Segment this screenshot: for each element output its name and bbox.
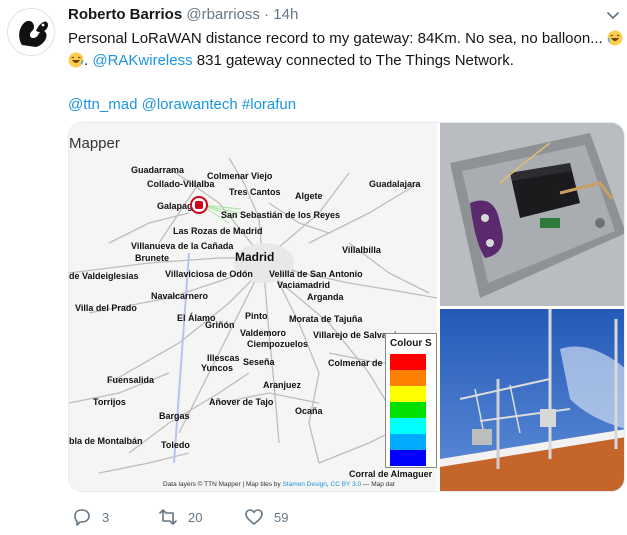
tweet-text-main: Personal LoRaWAN distance record to my g… [68,30,603,47]
reply-button[interactable]: 3 [72,506,109,528]
place-label: Bargas [159,411,190,421]
reply-count: 3 [102,509,110,525]
legend-swatch [390,370,426,386]
place-label: Guadalajara [369,179,421,189]
heart-icon [245,509,263,525]
tweet-actions: 3 20 59 [68,506,624,530]
tweet-text-line-2: . @RAKwireless 831 gateway connected to … [68,50,624,72]
gateway-enclosure-image [440,123,624,306]
legend-swatch [390,450,426,466]
separator-dot: · [264,6,270,23]
gateway-enclosure-photo[interactable] [440,123,624,306]
place-label: Villanueva de la Cañada [131,241,234,251]
tweet-header: Roberto Barrios @rbarrioss · 14h [68,6,298,24]
place-label: Villa del Prado [75,303,137,313]
map-legend: Colour S [385,333,437,468]
place-label: Velilla de San Antonio [269,269,363,279]
place-label: Navalcarnero [151,291,209,301]
place-label: Yuncos [201,363,234,373]
place-label: Villalbilla [342,245,381,255]
place-label: Vaciamadrid [277,280,331,290]
place-label: Algete [295,191,323,201]
attribution-text: Data layers © TTN Mapper | Map tiles by [163,481,283,488]
author-name[interactable]: Roberto Barrios [68,6,182,23]
place-label: Griñón [205,320,235,330]
mention-lorawantech[interactable]: @lorawantech [142,96,238,113]
place-label: Ciempozuelos [247,339,309,349]
place-label: Torrijos [93,397,126,407]
tweet-tags-line: @ttn_mad @lorawantech #lorafun [68,94,624,116]
tweet-text-line-1: Personal LoRaWAN distance record to my g… [68,28,624,50]
hashtag-lorafun[interactable]: #lorafun [242,96,296,113]
tweet-text-rest: 831 gateway connected to The Things Netw… [192,52,514,69]
like-count: 59 [274,509,289,525]
tweet[interactable]: Roberto Barrios @rbarrioss · 14h Persona… [0,0,627,535]
place-label: Arganda [307,292,344,302]
legend-title: Colour S [390,338,432,349]
place-label: Aranjuez [263,380,302,390]
place-label-madrid: Madrid [235,250,275,264]
place-label: Illescas [207,353,240,363]
retweet-button[interactable]: 20 [158,506,202,528]
place-label: Añover de Tajo [209,397,274,407]
place-label: Ocaña [295,406,323,416]
tweet-text: Personal LoRaWAN distance record to my g… [68,28,624,116]
attribution-link-stamen[interactable]: Stamen Design [282,481,326,488]
place-label: bla de Montalbán [69,436,143,446]
legend-swatch [390,434,426,450]
laughing-emoji-icon [68,52,84,68]
place-label: San Sebastián de los Reyes [221,210,341,220]
map-title: Mapper [69,135,120,152]
place-label: Villaviciosa de Odón [165,269,253,279]
place-label: Las Rozas de Madrid [173,226,263,236]
place-label: Valdemoro [240,328,287,338]
attribution-link-cc[interactable]: CC BY 3.0 [331,481,362,488]
place-label: Corral de Almaguer [349,469,433,479]
place-label: Pinto [245,311,268,321]
place-label: Colmenar Viejo [207,171,273,181]
place-label: Fuensalida [107,375,155,385]
like-button[interactable]: 59 [244,506,288,528]
ttn-mapper-image[interactable]: Mapper Guadarrama Colmenar Viejo Collado… [69,123,437,491]
mention-ttn-mad[interactable]: @ttn_mad [68,96,137,113]
legend-swatch [390,386,426,402]
laughing-emoji-icon [607,30,623,46]
legend-swatch [390,402,426,418]
place-label: Toledo [161,440,190,450]
retweet-icon [159,509,177,525]
media-grid[interactable]: Mapper Guadarrama Colmenar Viejo Collado… [68,122,625,492]
author-handle[interactable]: @rbarrioss [186,6,260,23]
antenna-mast-photo[interactable] [440,309,624,491]
gateway-marker[interactable] [190,196,208,214]
place-label: Brunete [135,253,170,263]
legend-swatches [390,354,426,466]
antenna-mast-image [440,309,624,491]
place-label: Morata de Tajuña [289,314,363,324]
retweet-count: 20 [188,509,203,525]
place-label: Tres Cantos [229,187,281,197]
place-label: Collado-Villalba [147,179,215,189]
tweet-time[interactable]: 14h [273,6,298,23]
place-label: Guadarrama [131,165,185,175]
place-label: Seseña [243,357,275,367]
place-label: de Valdeiglesias [69,271,139,281]
map-attribution: Data layers © TTN Mapper | Map tiles by … [163,481,395,488]
attribution-text-end: — Map dat [361,481,395,488]
legend-swatch [390,418,426,434]
mention-rakwireless[interactable]: @RAKwireless [92,52,192,69]
legend-swatch [390,354,426,370]
avatar[interactable] [7,8,55,56]
squirrel-logo-icon [19,20,48,47]
reply-icon [74,509,90,526]
chevron-down-icon[interactable] [605,8,621,22]
